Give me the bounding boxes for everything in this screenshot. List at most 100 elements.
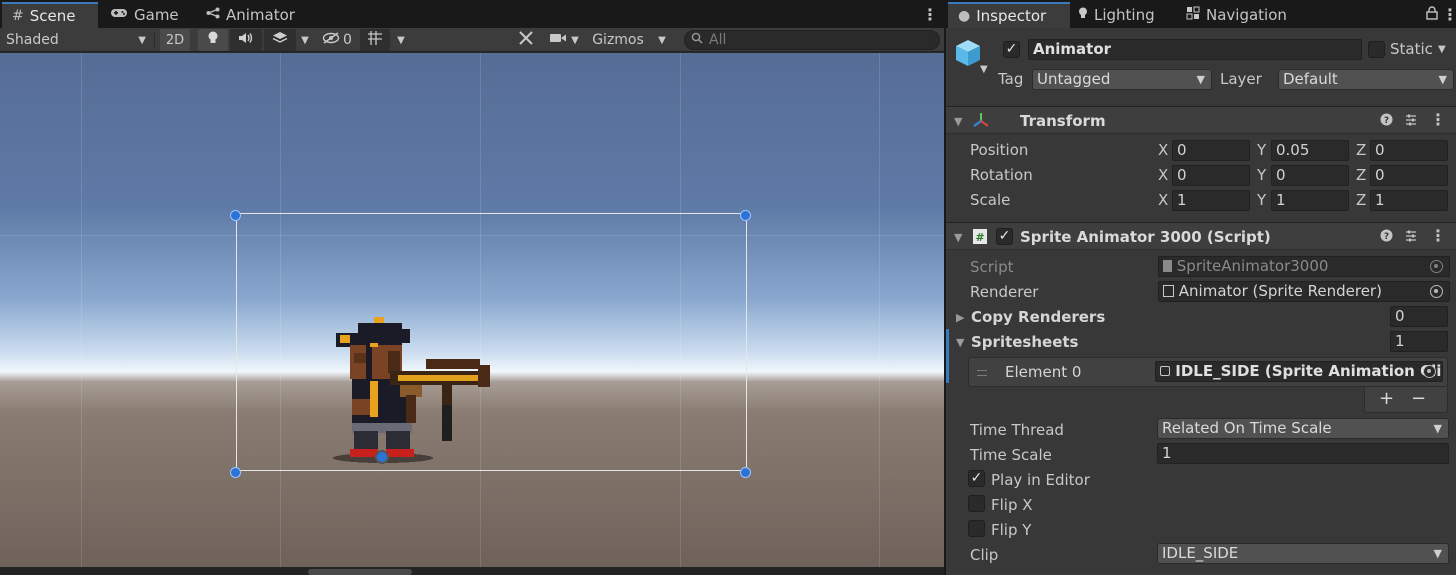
toggle-2d-button[interactable]: 2D	[160, 29, 190, 51]
layer-dropdown[interactable]: Default ▼	[1278, 69, 1454, 90]
tab-animator[interactable]: Animator	[196, 2, 305, 28]
component-enabled-checkbox[interactable]: ✓	[996, 228, 1013, 245]
chevron-down-icon[interactable]: ▼	[1438, 44, 1446, 55]
camera-dropdown[interactable]: ▼	[544, 29, 584, 51]
presets-icon[interactable]	[1404, 229, 1418, 247]
element-0-field[interactable]: IDLE_SIDE (Sprite Animation Clip	[1155, 361, 1443, 382]
fold-arrow-icon[interactable]: ▶	[956, 311, 964, 324]
element-0-value: IDLE_SIDE (Sprite Animation Clip	[1175, 362, 1443, 380]
effects-menu-dropdown[interactable]: ▼	[296, 29, 314, 51]
lock-icon[interactable]	[1426, 6, 1438, 24]
spritesheets-label[interactable]: Spritesheets	[971, 333, 1078, 351]
position-x-field[interactable]: 0	[1172, 140, 1250, 161]
hidden-objects-toggle[interactable]: 0	[318, 29, 356, 51]
tools-button[interactable]	[512, 29, 540, 51]
tag-dropdown[interactable]: Untagged ▼	[1032, 69, 1212, 90]
fold-arrow-icon[interactable]: ▼	[956, 336, 964, 349]
rotation-x-field[interactable]: 0	[1172, 165, 1250, 186]
tab-lighting[interactable]: Lighting	[1068, 2, 1165, 28]
rotation-y-field[interactable]: 0	[1271, 165, 1349, 186]
drag-handle-icon[interactable]	[977, 370, 987, 376]
position-y-field[interactable]: 0.05	[1271, 140, 1349, 161]
static-checkbox[interactable]	[1368, 41, 1385, 58]
time-thread-label: Time Thread	[970, 421, 1064, 439]
gameobject-cube-icon[interactable]	[954, 38, 982, 72]
scale-y-field[interactable]: 1	[1271, 190, 1349, 211]
play-in-editor-checkbox[interactable]: ✓	[968, 470, 985, 487]
draw-mode-dropdown[interactable]: Shaded ▼	[2, 29, 152, 51]
rect-handle-bottom-left[interactable]	[230, 467, 241, 478]
inspector-panel: ● Inspector Lighting Navigation ⋮ ▼ ✓ An…	[946, 0, 1456, 575]
scene-toolbar: Shaded ▼ 2D ▼ 0 ▼ ▼ Gizmos ▼ All	[0, 28, 944, 52]
presets-icon[interactable]	[1404, 113, 1418, 131]
scene-viewport[interactable]	[0, 53, 944, 567]
bulb-icon	[207, 31, 219, 49]
layer-value: Default	[1283, 70, 1338, 88]
spritesheets-count[interactable]: 1	[1390, 331, 1448, 352]
transform-header[interactable]: ▼ Transform ? ⋮	[946, 106, 1456, 134]
inspector-more-icon[interactable]: ⋮	[1442, 5, 1456, 24]
audio-toggle-button[interactable]	[230, 29, 262, 51]
fold-arrow-icon[interactable]: ▼	[954, 115, 962, 128]
scene-more-icon[interactable]: ⋮	[922, 5, 938, 24]
camera-icon	[549, 32, 567, 48]
position-z-field[interactable]: 0	[1370, 140, 1448, 161]
time-thread-dropdown[interactable]: Related On Time Scale ▼	[1157, 418, 1449, 439]
rotation-z-field[interactable]: 0	[1370, 165, 1448, 186]
clip-asset-icon	[1160, 366, 1170, 376]
flip-y-checkbox[interactable]	[968, 520, 985, 537]
hidden-count: 0	[343, 32, 352, 48]
component-menu-icon[interactable]: ⋮	[1430, 226, 1446, 245]
grid-snap-button[interactable]	[360, 29, 390, 51]
object-picker-icon[interactable]	[1430, 285, 1443, 298]
rect-handle-top-left[interactable]	[230, 210, 241, 221]
help-icon[interactable]: ?	[1380, 113, 1393, 130]
tab-lighting-label: Lighting	[1094, 6, 1155, 24]
chevron-down-icon[interactable]: ▼	[980, 64, 988, 75]
eye-slash-icon	[322, 32, 340, 48]
gizmos-button[interactable]: Gizmos	[588, 29, 648, 51]
info-icon: ●	[958, 8, 971, 24]
tab-navigation[interactable]: Navigation	[1176, 2, 1297, 28]
axis-z-label: Z	[1356, 166, 1367, 184]
renderer-field[interactable]: Animator (Sprite Renderer)	[1158, 281, 1450, 302]
clip-dropdown[interactable]: IDLE_SIDE ▼	[1157, 543, 1449, 564]
grid-menu-dropdown[interactable]: ▼	[392, 29, 410, 51]
effects-toggle-button[interactable]	[264, 29, 296, 51]
scale-label: Scale	[970, 191, 1011, 209]
list-item[interactable]: Element 0 IDLE_SIDE (Sprite Animation Cl…	[968, 357, 1448, 387]
tab-inspector[interactable]: ● Inspector	[948, 2, 1070, 28]
character-sprite[interactable]	[330, 315, 500, 467]
tab-game[interactable]: Game	[100, 2, 189, 28]
flip-x-checkbox[interactable]	[968, 495, 985, 512]
rect-handle-top-right[interactable]	[740, 210, 751, 221]
chevron-down-icon: ▼	[1433, 422, 1442, 435]
lighting-toggle-button[interactable]	[198, 29, 228, 51]
axis-z-label: Z	[1356, 191, 1367, 209]
flip-x-label: Flip X	[991, 496, 1033, 514]
object-picker-icon	[1430, 260, 1443, 273]
axis-x-label: X	[1158, 166, 1169, 184]
gameobject-active-checkbox[interactable]: ✓	[1003, 41, 1020, 58]
add-element-button[interactable]: +	[1379, 388, 1394, 409]
scene-search-input[interactable]: All	[684, 30, 940, 50]
time-scale-field[interactable]: 1	[1157, 443, 1449, 464]
tab-scene[interactable]: # Scene	[2, 2, 98, 28]
tag-value: Untagged	[1037, 70, 1111, 88]
object-picker-icon[interactable]	[1423, 365, 1436, 378]
copy-renderers-label[interactable]: Copy Renderers	[971, 308, 1105, 326]
gizmos-dropdown[interactable]: ▼	[652, 29, 672, 51]
rect-handle-bottom-right[interactable]	[740, 467, 751, 478]
fold-arrow-icon[interactable]: ▼	[954, 231, 962, 244]
grid-icon: #	[12, 8, 24, 24]
chevron-down-icon: ▼	[1196, 73, 1205, 86]
scene-scrollbar[interactable]	[0, 567, 944, 575]
component-menu-icon[interactable]: ⋮	[1430, 110, 1446, 129]
scale-x-field[interactable]: 1	[1172, 190, 1250, 211]
scale-z-field[interactable]: 1	[1370, 190, 1448, 211]
sprite-animator-header[interactable]: ▼ # ✓ Sprite Animator 3000 (Script) ? ⋮	[946, 222, 1456, 250]
remove-element-button[interactable]: −	[1411, 388, 1426, 409]
help-icon[interactable]: ?	[1380, 229, 1393, 246]
gameobject-name-field[interactable]: Animator	[1028, 39, 1362, 60]
copy-renderers-count[interactable]: 0	[1390, 306, 1448, 327]
